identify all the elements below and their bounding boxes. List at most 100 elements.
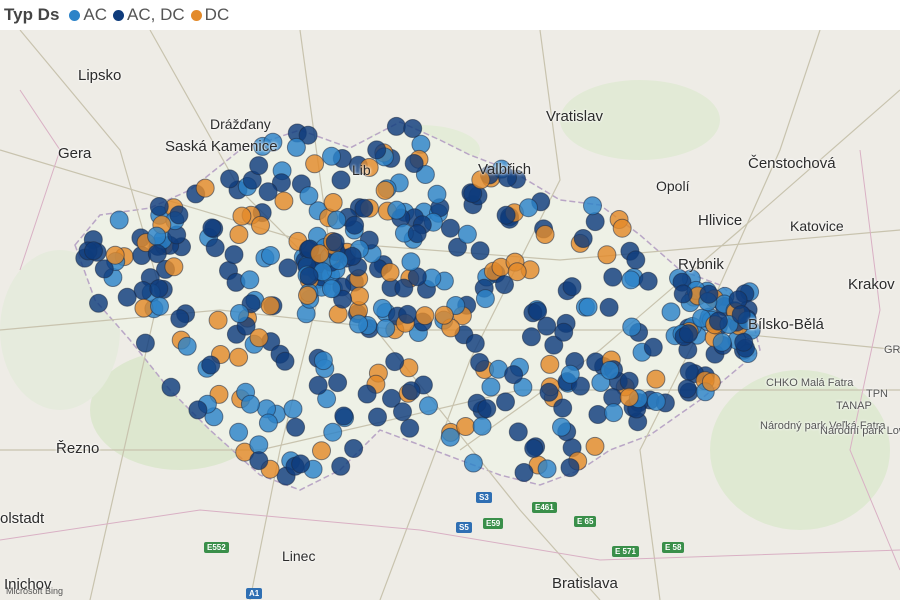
charging-point-marker[interactable] (188, 400, 208, 420)
charging-point-marker[interactable] (600, 360, 620, 380)
charging-point-marker[interactable] (560, 364, 580, 384)
charging-point-marker[interactable] (535, 225, 555, 244)
charging-point-marker[interactable] (274, 191, 294, 211)
charging-point-marker[interactable] (456, 417, 476, 436)
charging-point-marker[interactable] (400, 418, 420, 438)
charging-point-marker[interactable] (375, 180, 395, 200)
charging-point-marker[interactable] (475, 289, 495, 309)
charging-point-marker[interactable] (585, 212, 605, 232)
charging-point-marker[interactable] (386, 116, 406, 136)
charging-point-marker[interactable] (344, 439, 364, 458)
charging-point-marker[interactable] (368, 407, 387, 427)
charging-point-marker[interactable] (249, 451, 269, 471)
charging-point-marker[interactable] (149, 279, 169, 299)
charging-point-marker[interactable] (537, 459, 557, 479)
charging-point-marker[interactable] (201, 355, 221, 375)
charging-point-marker[interactable] (699, 284, 719, 304)
charging-point-marker[interactable] (712, 332, 732, 352)
charging-point-marker[interactable] (328, 373, 348, 393)
charging-point-marker[interactable] (240, 270, 260, 290)
charging-point-marker[interactable] (404, 154, 424, 173)
charging-point-marker[interactable] (327, 210, 347, 230)
charging-point-marker[interactable] (496, 392, 515, 412)
charging-point-marker[interactable] (135, 333, 155, 353)
charging-point-marker[interactable] (401, 381, 421, 401)
charging-point-marker[interactable] (357, 384, 377, 404)
charging-point-marker[interactable] (258, 182, 278, 202)
charging-point-marker[interactable] (220, 169, 240, 189)
charging-point-marker[interactable] (323, 422, 343, 442)
charging-point-marker[interactable] (463, 453, 483, 473)
charging-point-marker[interactable] (147, 226, 167, 246)
charging-point-marker[interactable] (554, 322, 574, 342)
charging-point-marker[interactable] (734, 332, 754, 352)
charging-point-marker[interactable] (105, 245, 125, 265)
charging-point-marker[interactable] (524, 438, 544, 458)
charging-point-marker[interactable] (407, 224, 427, 244)
charging-point-marker[interactable] (278, 258, 298, 278)
charging-point-marker[interactable] (249, 435, 269, 455)
charging-point-marker[interactable] (677, 379, 697, 399)
charging-point-marker[interactable] (149, 197, 169, 216)
charging-point-marker[interactable] (334, 406, 354, 426)
charging-point-marker[interactable] (169, 205, 189, 225)
charging-point-marker[interactable] (427, 184, 447, 204)
charging-point-marker[interactable] (331, 456, 351, 476)
charging-point-marker[interactable] (481, 377, 501, 397)
charging-point-marker[interactable] (661, 302, 681, 322)
charging-point-marker[interactable] (622, 317, 642, 337)
charging-point-marker[interactable] (599, 297, 619, 317)
charging-point-marker[interactable] (147, 244, 167, 264)
charging-point-marker[interactable] (291, 454, 311, 474)
charging-point-marker[interactable] (331, 170, 351, 190)
charging-point-marker[interactable] (638, 271, 658, 291)
charging-point-marker[interactable] (585, 436, 605, 456)
charging-point-marker[interactable] (380, 262, 400, 282)
charging-point-marker[interactable] (322, 279, 341, 299)
charging-point-marker[interactable] (507, 262, 527, 282)
charging-point-marker[interactable] (539, 382, 559, 402)
charging-point-marker[interactable] (354, 198, 374, 218)
charging-point-marker[interactable] (367, 140, 387, 160)
charging-point-marker[interactable] (164, 257, 184, 277)
charging-point-marker[interactable] (208, 310, 228, 330)
charging-point-marker[interactable] (457, 224, 477, 244)
charging-point-marker[interactable] (552, 417, 571, 437)
charging-point-marker[interactable] (249, 328, 269, 348)
charging-point-marker[interactable] (588, 405, 608, 424)
charging-point-marker[interactable] (117, 287, 137, 307)
charging-point-marker[interactable] (258, 413, 278, 433)
charging-point-marker[interactable] (701, 372, 721, 392)
charging-point-marker[interactable] (434, 305, 454, 325)
charging-point-marker[interactable] (679, 361, 699, 381)
charging-point-marker[interactable] (477, 399, 497, 419)
charging-point-marker[interactable] (578, 297, 598, 317)
charging-point-marker[interactable] (89, 293, 108, 313)
charging-point-marker[interactable] (323, 193, 343, 212)
charging-point-marker[interactable] (619, 387, 639, 407)
charging-point-marker[interactable] (472, 416, 492, 436)
charging-point-marker[interactable] (403, 119, 423, 138)
charging-point-marker[interactable] (387, 200, 407, 220)
charging-point-marker[interactable] (177, 336, 197, 356)
charging-point-marker[interactable] (202, 218, 222, 238)
charging-point-marker[interactable] (286, 137, 306, 157)
charging-point-marker[interactable] (170, 309, 190, 329)
charging-point-marker[interactable] (573, 229, 593, 248)
charging-point-marker[interactable] (470, 353, 490, 372)
charging-point-marker[interactable] (393, 402, 412, 422)
legend-item-acdc[interactable]: AC, DC (113, 5, 185, 25)
charging-point-marker[interactable] (385, 352, 405, 372)
charging-point-marker[interactable] (604, 403, 624, 423)
charging-point-marker[interactable] (195, 178, 215, 198)
charging-point-marker[interactable] (419, 396, 438, 416)
charging-point-marker[interactable] (540, 354, 560, 374)
charging-point-marker[interactable] (626, 250, 646, 270)
charging-point-marker[interactable] (401, 252, 421, 272)
charging-point-marker[interactable] (612, 218, 632, 238)
charging-point-marker[interactable] (470, 241, 490, 261)
charging-point-marker[interactable] (313, 351, 333, 371)
charging-point-marker[interactable] (508, 422, 528, 442)
charging-point-marker[interactable] (229, 422, 249, 442)
charging-point-marker[interactable] (562, 277, 582, 297)
